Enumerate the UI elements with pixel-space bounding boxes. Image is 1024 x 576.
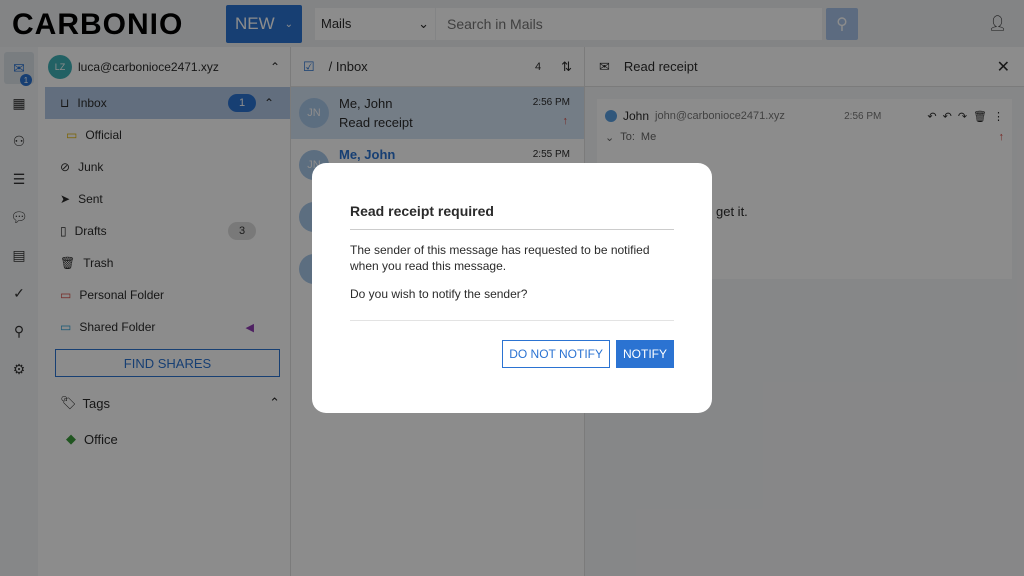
dialog-question: Do you wish to notify the sender? <box>350 287 528 301</box>
read-receipt-dialog: Read receipt required The sender of this… <box>312 163 712 413</box>
dialog-text: The sender of this message has requested… <box>350 243 650 273</box>
dialog-footer: DO NOT NOTIFY NOTIFY <box>350 320 674 368</box>
notify-button[interactable]: NOTIFY <box>616 340 674 368</box>
dialog-title: Read receipt required <box>350 203 674 230</box>
do-not-notify-button[interactable]: DO NOT NOTIFY <box>502 340 610 368</box>
